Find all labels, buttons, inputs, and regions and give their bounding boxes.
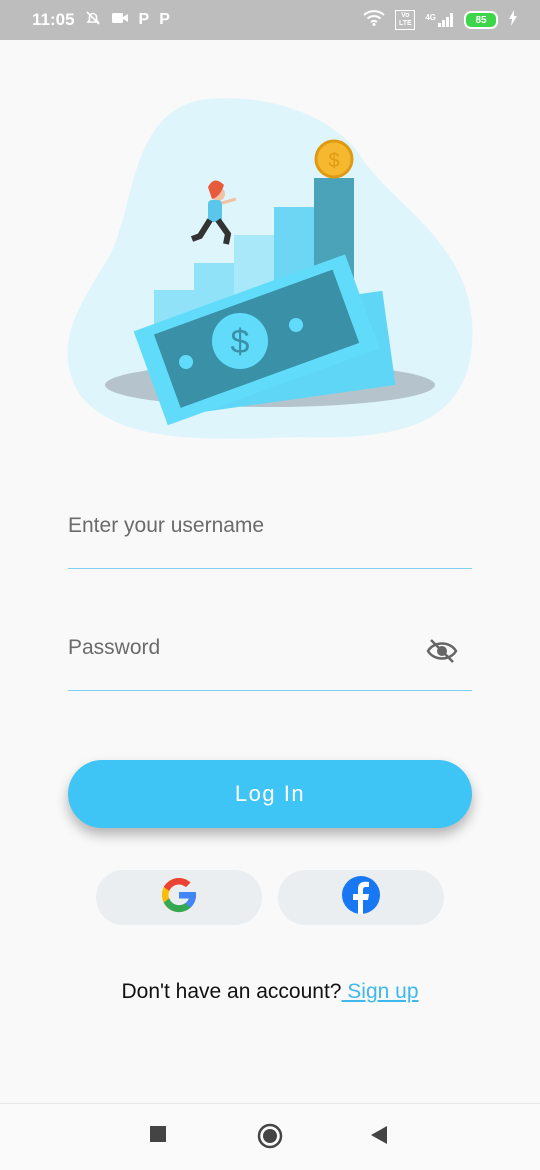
hero-illustration: $ $ [60, 95, 480, 455]
navigation-bar [0, 1103, 540, 1170]
network-type: 4G [425, 13, 436, 22]
signup-row: Don't have an account? Sign up [0, 980, 540, 1004]
cell-signal-icon: 4G [425, 13, 454, 27]
svg-text:$: $ [231, 323, 250, 361]
signup-link[interactable]: Sign up [341, 980, 418, 1003]
mute-notification-icon [85, 10, 101, 31]
status-bar: 11:05 P P Vo LTE 4G 85 [0, 0, 540, 40]
video-camera-icon [111, 10, 129, 30]
status-time: 11:05 [32, 10, 75, 29]
back-button-icon[interactable] [370, 1125, 388, 1150]
username-input[interactable] [68, 514, 408, 538]
password-input[interactable] [68, 636, 408, 660]
google-login-button[interactable] [96, 870, 262, 925]
wifi-icon [363, 9, 385, 31]
charging-icon [508, 9, 518, 31]
login-button[interactable]: Log In [68, 760, 472, 828]
facebook-login-button[interactable] [278, 870, 444, 925]
battery-icon: 85 [464, 11, 498, 29]
signup-prompt: Don't have an account? [121, 980, 342, 1003]
username-field [68, 514, 472, 569]
google-logo-icon [158, 874, 200, 921]
parking-app-icon-2: P [159, 11, 170, 28]
facebook-logo-icon [341, 875, 381, 920]
recent-apps-button-icon[interactable] [149, 1125, 167, 1148]
home-button-icon[interactable] [257, 1123, 283, 1154]
hide-password-eye-icon[interactable] [426, 638, 458, 669]
volte-icon: Vo LTE [395, 10, 416, 30]
parking-app-icon: P [138, 11, 150, 28]
svg-text:$: $ [328, 150, 339, 172]
password-field [68, 636, 472, 691]
